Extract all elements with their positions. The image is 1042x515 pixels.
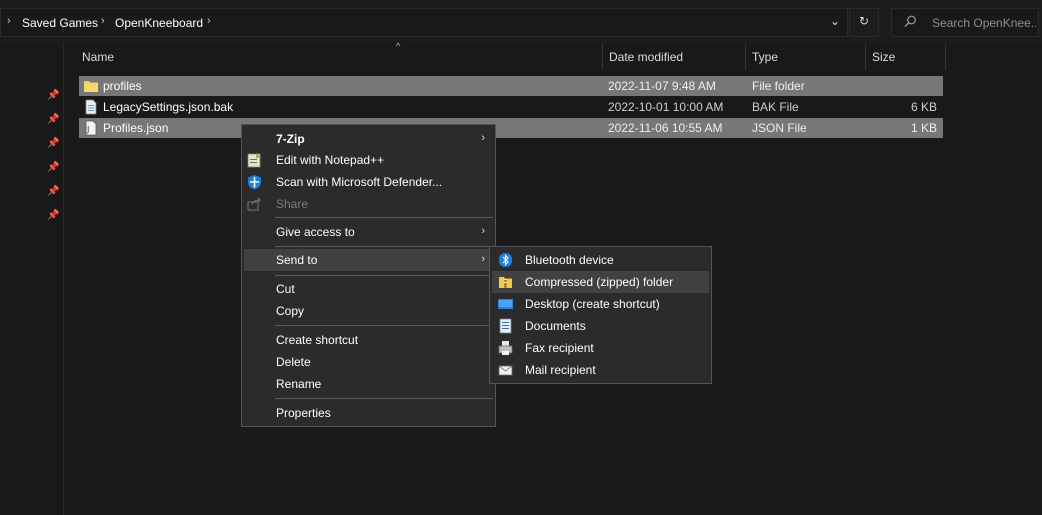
submenu-arrow-icon: › [481, 132, 485, 144]
menu-separator [275, 325, 493, 326]
refresh-icon: ↻ [858, 14, 870, 28]
breadcrumb-root-arrow[interactable]: › [7, 15, 11, 27]
address-field[interactable]: › Saved Games › OpenKneeboard › ⌄ [0, 8, 848, 37]
share-icon [247, 196, 262, 212]
defender-shield-icon [247, 174, 262, 190]
menu-item-create-shortcut[interactable]: Create shortcut [242, 329, 495, 351]
file-date: 2022-11-06 10:55 AM [608, 121, 723, 135]
file-name: LegacySettings.json.bak [103, 100, 234, 114]
menu-item-label: 7-Zip [276, 132, 305, 146]
pin-icon[interactable]: 📌 [47, 162, 59, 173]
menu-item-label: Cut [276, 282, 295, 296]
menu-item-label: Share [276, 197, 309, 211]
file-row-profiles-json[interactable]: J Profiles.json 2022-11-06 10:55 AM JSON… [79, 118, 943, 138]
file-name: Profiles.json [103, 121, 169, 135]
pin-icon[interactable]: 📌 [47, 138, 59, 149]
column-type[interactable]: Type [746, 44, 866, 70]
send-to-desktop[interactable]: Desktop (create shortcut) [492, 293, 709, 315]
column-name[interactable]: Name [76, 44, 603, 70]
menu-item-scan-defender[interactable]: Scan with Microsoft Defender... [242, 171, 495, 193]
menu-item-send-to[interactable]: Send to › [244, 249, 493, 271]
refresh-button[interactable]: ↻ [849, 8, 879, 37]
file-row-legacysettings[interactable]: LegacySettings.json.bak 2022-10-01 10:00… [79, 97, 943, 117]
menu-item-share: Share [242, 193, 495, 215]
search-input[interactable]: Search OpenKnee... [891, 8, 1039, 37]
column-headers: ^ Name Date modified Type Size [64, 41, 946, 70]
send-to-compressed-folder[interactable]: Compressed (zipped) folder [492, 271, 709, 293]
context-menu: 7-Zip › Edit with Notepad++ Scan with Mi… [241, 124, 496, 427]
submenu-item-label: Compressed (zipped) folder [525, 275, 674, 289]
menu-separator [275, 246, 493, 247]
pin-icon[interactable]: 📌 [47, 90, 59, 101]
desktop-icon [498, 296, 513, 312]
menu-item-label: Properties [276, 406, 331, 420]
file-size: 1 KB [910, 121, 937, 135]
file-icon [84, 99, 98, 115]
breadcrumb-separator[interactable]: › [101, 15, 105, 27]
mail-icon [498, 362, 513, 378]
column-size[interactable]: Size [866, 44, 946, 70]
fax-icon [498, 340, 513, 356]
menu-item-label: Scan with Microsoft Defender... [276, 175, 443, 189]
search-placeholder: Search OpenKnee... [932, 16, 1036, 30]
menu-item-label: Send to [276, 253, 318, 267]
pin-icon[interactable]: 📌 [47, 210, 59, 221]
send-to-fax[interactable]: Fax recipient [492, 337, 709, 359]
submenu-arrow-icon: › [481, 225, 485, 237]
bluetooth-icon [498, 252, 513, 268]
pin-icon[interactable]: 📌 [47, 114, 59, 125]
menu-item-label: Give access to [276, 225, 355, 239]
notepad-plus-plus-icon [247, 152, 262, 168]
submenu-item-label: Fax recipient [525, 341, 594, 355]
menu-item-label: Create shortcut [276, 333, 359, 347]
menu-item-delete[interactable]: Delete [242, 351, 495, 373]
column-date-modified[interactable]: Date modified [603, 44, 746, 70]
file-type: BAK File [752, 100, 799, 114]
menu-item-edit-notepad[interactable]: Edit with Notepad++ [242, 149, 495, 171]
file-type: File folder [752, 79, 805, 93]
documents-icon [498, 318, 513, 334]
menu-item-rename[interactable]: Rename [242, 373, 495, 395]
file-name: profiles [103, 79, 142, 93]
submenu-item-label: Mail recipient [525, 363, 596, 377]
menu-separator [275, 275, 493, 276]
menu-item-label: Delete [276, 355, 311, 369]
send-to-submenu: Bluetooth device Compressed (zipped) fol… [489, 246, 712, 384]
address-bar: › Saved Games › OpenKneeboard › ⌄ ↻ Sear… [0, 0, 1042, 42]
file-size: 6 KB [910, 100, 937, 114]
submenu-item-label: Bluetooth device [525, 253, 614, 267]
menu-item-copy[interactable]: Copy [242, 300, 495, 322]
menu-separator [275, 217, 493, 218]
address-dropdown-icon[interactable]: ⌄ [821, 8, 849, 35]
menu-item-cut[interactable]: Cut [242, 278, 495, 300]
search-icon [904, 15, 917, 31]
menu-item-label: Rename [276, 377, 322, 391]
menu-item-give-access[interactable]: Give access to › [242, 221, 495, 243]
file-date: 2022-11-07 9:48 AM [608, 79, 716, 93]
file-row-profiles[interactable]: profiles 2022-11-07 9:48 AM File folder [79, 76, 943, 96]
send-to-mail[interactable]: Mail recipient [492, 359, 709, 381]
menu-item-label: Edit with Notepad++ [276, 153, 385, 167]
file-type: JSON File [752, 121, 807, 135]
send-to-bluetooth[interactable]: Bluetooth device [492, 249, 709, 271]
folder-icon [84, 78, 98, 94]
menu-item-properties[interactable]: Properties [242, 402, 495, 424]
submenu-arrow-icon: › [481, 253, 485, 265]
file-date: 2022-10-01 10:00 AM [608, 100, 724, 114]
breadcrumb-saved-games[interactable]: Saved Games [22, 16, 98, 30]
navigation-pane[interactable]: 📌 📌 📌 📌 📌 📌 [0, 42, 64, 515]
submenu-item-label: Documents [525, 319, 586, 333]
json-file-icon: J [84, 120, 98, 136]
zip-folder-icon [498, 274, 513, 290]
send-to-documents[interactable]: Documents [492, 315, 709, 337]
menu-item-7zip[interactable]: 7-Zip › [242, 128, 495, 150]
svg-text:J: J [86, 125, 89, 134]
menu-item-label: Copy [276, 304, 305, 318]
menu-separator [275, 398, 493, 399]
submenu-item-label: Desktop (create shortcut) [525, 297, 660, 311]
breadcrumb-trailing-arrow[interactable]: › [207, 15, 211, 27]
pin-icon[interactable]: 📌 [47, 186, 59, 197]
breadcrumb-openkneeboard[interactable]: OpenKneeboard [115, 16, 203, 30]
